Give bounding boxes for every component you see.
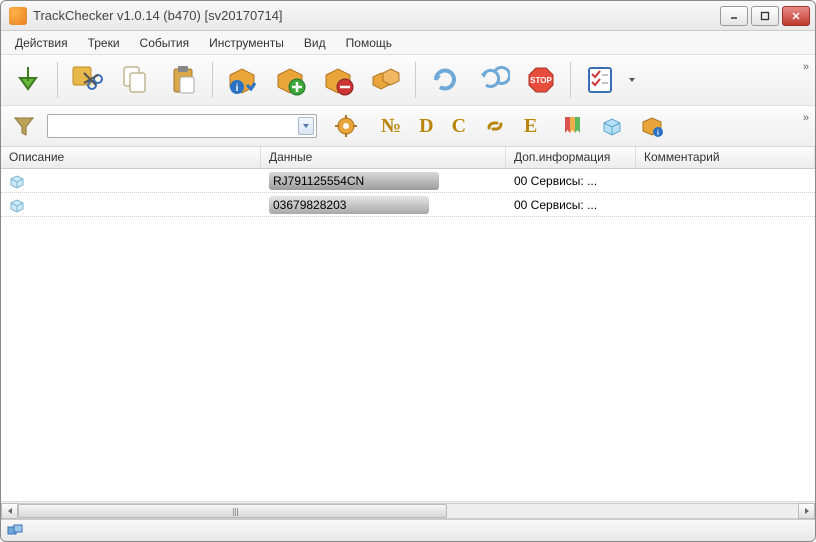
- column-header-extra[interactable]: Доп.информация: [506, 147, 636, 168]
- cell-extra: 00 Сервисы: ...: [506, 198, 636, 212]
- app-icon: [9, 7, 27, 25]
- box-add-button[interactable]: [269, 59, 311, 101]
- box-info2-button[interactable]: i: [635, 109, 669, 143]
- cell-description: [1, 197, 261, 213]
- grid-body[interactable]: RJ791125554CN 00 Сервисы: ... 0367982820…: [1, 169, 815, 501]
- gear-icon: [333, 113, 359, 139]
- chevron-down-icon[interactable]: [298, 117, 314, 135]
- filter-button[interactable]: [7, 109, 41, 143]
- e-button[interactable]: E: [518, 115, 543, 138]
- box-multi-button[interactable]: [365, 59, 407, 101]
- box-remove-button[interactable]: [317, 59, 359, 101]
- cube-button[interactable]: [595, 109, 629, 143]
- boxes-icon: [369, 63, 403, 97]
- funnel-icon: [11, 113, 37, 139]
- menu-tools[interactable]: Инструменты: [201, 33, 292, 53]
- toolbar-main: i STOP »: [1, 55, 815, 106]
- table-row[interactable]: RJ791125554CN 00 Сервисы: ...: [1, 169, 815, 193]
- checklist-dropdown[interactable]: [627, 76, 637, 84]
- horizontal-scrollbar[interactable]: [1, 501, 815, 519]
- cell-description: [1, 173, 261, 189]
- box-info2-icon: i: [639, 113, 665, 139]
- cell-data: RJ791125554CN: [261, 172, 506, 190]
- c-button[interactable]: C: [446, 115, 472, 138]
- refresh-double-icon: [476, 63, 510, 97]
- cell-extra: 00 Сервисы: ...: [506, 174, 636, 188]
- stop-button[interactable]: STOP: [520, 59, 562, 101]
- table-row[interactable]: 03679828203 00 Сервисы: ...: [1, 193, 815, 217]
- windows-icon[interactable]: [7, 524, 25, 538]
- copy-icon: [118, 63, 152, 97]
- app-window: TrackChecker v1.0.14 (b470) [sv20170714]…: [0, 0, 816, 542]
- box-info-button[interactable]: i: [221, 59, 263, 101]
- refresh-icon: [428, 63, 462, 97]
- menu-actions[interactable]: Действия: [7, 33, 76, 53]
- d-button[interactable]: D: [413, 115, 439, 138]
- bookmarks-icon: [559, 113, 585, 139]
- close-button[interactable]: [782, 6, 810, 26]
- cell-data: 03679828203: [261, 196, 506, 214]
- clipboard-icon: [166, 63, 200, 97]
- svg-text:i: i: [236, 83, 239, 94]
- scissors-icon: [70, 63, 104, 97]
- window-title: TrackChecker v1.0.14 (b470) [sv20170714]: [33, 8, 720, 23]
- box-minus-icon: [321, 63, 355, 97]
- maximize-button[interactable]: [751, 6, 779, 26]
- cut-button[interactable]: [66, 59, 108, 101]
- cube-icon: [599, 113, 625, 139]
- scroll-right-button[interactable]: [798, 503, 815, 519]
- grid-header: Описание Данные Доп.информация Комментар…: [1, 147, 815, 169]
- toolbar-overflow[interactable]: »: [803, 61, 809, 73]
- minimize-button[interactable]: [720, 6, 748, 26]
- arrow-down-icon: [11, 63, 45, 97]
- window-buttons: [720, 6, 815, 26]
- box-info-icon: i: [225, 63, 259, 97]
- menu-view[interactable]: Вид: [296, 33, 334, 53]
- menu-tracks[interactable]: Треки: [80, 33, 128, 53]
- box-plus-icon: [273, 63, 307, 97]
- column-header-description[interactable]: Описание: [1, 147, 261, 168]
- menu-help[interactable]: Помощь: [338, 33, 400, 53]
- scroll-thumb[interactable]: [18, 504, 447, 518]
- column-header-comment[interactable]: Комментарий: [636, 147, 815, 168]
- titlebar: TrackChecker v1.0.14 (b470) [sv20170714]: [1, 1, 815, 31]
- link-icon: [482, 113, 508, 139]
- refresh-button[interactable]: [424, 59, 466, 101]
- download-button[interactable]: [7, 59, 49, 101]
- content-area: Описание Данные Доп.информация Комментар…: [1, 147, 815, 519]
- column-header-data[interactable]: Данные: [261, 147, 506, 168]
- settings-button[interactable]: [329, 109, 363, 143]
- statusbar: [1, 519, 815, 541]
- menu-events[interactable]: События: [132, 33, 198, 53]
- checklist-icon: [583, 63, 617, 97]
- paste-button[interactable]: [162, 59, 204, 101]
- filter-combo[interactable]: [47, 114, 317, 138]
- toolbar-filter: № D C E i »: [1, 106, 815, 147]
- scroll-left-button[interactable]: [1, 503, 18, 519]
- menubar: Действия Треки События Инструменты Вид П…: [1, 31, 815, 55]
- toolbar2-overflow[interactable]: »: [803, 112, 809, 124]
- svg-text:i: i: [657, 130, 659, 137]
- stop-icon: STOP: [524, 63, 558, 97]
- svg-text:STOP: STOP: [530, 76, 552, 85]
- number-button[interactable]: №: [375, 115, 407, 138]
- checklist-button[interactable]: [579, 59, 621, 101]
- refresh-all-button[interactable]: [472, 59, 514, 101]
- copy-button[interactable]: [114, 59, 156, 101]
- bookmarks-button[interactable]: [555, 109, 589, 143]
- scroll-track[interactable]: [18, 503, 798, 519]
- cube-small-icon: [9, 173, 25, 189]
- link-button[interactable]: [478, 109, 512, 143]
- cube-small-icon: [9, 197, 25, 213]
